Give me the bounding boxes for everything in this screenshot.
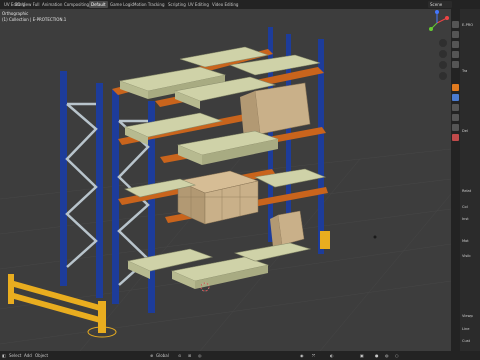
panel-delta-transform[interactable]: Del [462, 129, 468, 133]
shading-solid-icon[interactable]: ● [375, 352, 379, 359]
object-name-field[interactable]: E-PRO [462, 23, 473, 27]
render-tab-icon[interactable] [452, 31, 459, 38]
column-protector [320, 231, 330, 249]
tool-tab-icon[interactable] [452, 21, 459, 28]
xray-icon[interactable]: ▣ [360, 352, 364, 359]
tab-compositing[interactable]: Compositing [62, 1, 91, 8]
zoom-icon[interactable] [439, 39, 447, 47]
tab-default[interactable]: Default [89, 1, 108, 8]
panel-line-art[interactable]: Line [462, 327, 470, 331]
panel-collections[interactable]: Col [462, 205, 468, 209]
scene-canvas [0, 27, 451, 351]
collection-label: (1) Collection | E-PROTECTION.1 [2, 17, 67, 22]
constraints-tab-icon[interactable] [452, 114, 459, 121]
cargo-box-small [270, 210, 305, 247]
snap-icon[interactable]: ⊞ [188, 352, 191, 359]
gizmo-toggle-icon[interactable]: ⤧ [312, 352, 315, 359]
modifier-tab-icon[interactable] [452, 94, 459, 101]
proportional-edit-icon[interactable]: ◎ [198, 352, 202, 359]
panel-relations[interactable]: Relat [462, 189, 471, 193]
shading-material-icon[interactable]: ◍ [385, 352, 389, 359]
object-tab-icon[interactable] [452, 84, 459, 91]
tab-3d-view-full[interactable]: 3D View Full [13, 1, 42, 8]
camera-icon[interactable] [439, 61, 447, 69]
panel-viewport-display[interactable]: Viewp [462, 314, 473, 318]
tab-animation[interactable]: Animation [40, 1, 64, 8]
tab-video-editing[interactable]: Video Editing [210, 1, 240, 8]
tab-scripting[interactable]: Scripting [166, 1, 188, 8]
overlay-icon[interactable]: ◐ [330, 352, 334, 359]
pan-hand-icon[interactable] [439, 50, 447, 58]
tab-motion-tracking[interactable]: Motion Tracking [131, 1, 166, 8]
orientation-select[interactable]: Global [156, 352, 169, 359]
perspective-grid-icon[interactable] [439, 72, 447, 80]
orientation-icon[interactable]: ⊕ [150, 352, 153, 359]
panel-instancing[interactable]: Inst [462, 217, 469, 221]
cargo-box-large [240, 82, 311, 139]
cargo-box-stack [177, 170, 259, 225]
tab-uv-editing-2[interactable]: UV Editing [186, 1, 211, 8]
scene-selector[interactable]: Scene [428, 1, 452, 8]
object-menu[interactable]: Object [35, 352, 48, 359]
shading-rendered-icon[interactable]: ○ [395, 352, 399, 359]
select-menu[interactable]: Select [9, 352, 21, 359]
workspace-tabs-bar: UV Editing 3D View Full Animation Compos… [0, 0, 480, 9]
material-tab-icon[interactable] [452, 134, 459, 141]
physics-tab-icon[interactable] [452, 104, 459, 111]
panel-visibility[interactable]: Visib [462, 254, 471, 258]
view-type-label: Orthographic [2, 11, 29, 16]
properties-tabs [451, 9, 460, 351]
add-menu[interactable]: Add [24, 352, 32, 359]
world-tab-icon[interactable] [452, 61, 459, 68]
pivot-icon[interactable]: ⊙ [178, 352, 181, 359]
panel-custom-properties[interactable]: Cust [462, 339, 470, 343]
panel-motion-paths[interactable]: Mot [462, 239, 469, 243]
properties-panel: E-PRO Tra Del Relat Col Inst Mot Visib V… [451, 9, 480, 351]
panel-transform[interactable]: Tra [462, 69, 467, 73]
pallets-floor [127, 242, 312, 289]
visibility-icon[interactable]: ◉ [300, 352, 304, 359]
scene-tab-icon[interactable] [452, 51, 459, 58]
3d-viewport[interactable]: Orthographic (1) Collection | E-PROTECTI… [0, 9, 451, 351]
light-object[interactable] [373, 235, 377, 239]
viewport-header-bar: ◧ Select Add Object ⊕ Global ⊙ ⊞ ◎ ◉ ⤧ ◐… [0, 351, 480, 360]
navigation-gizmo[interactable] [423, 9, 451, 37]
output-tab-icon[interactable] [452, 41, 459, 48]
data-tab-icon[interactable] [452, 124, 459, 131]
mode-icon[interactable]: ◧ [2, 352, 6, 359]
